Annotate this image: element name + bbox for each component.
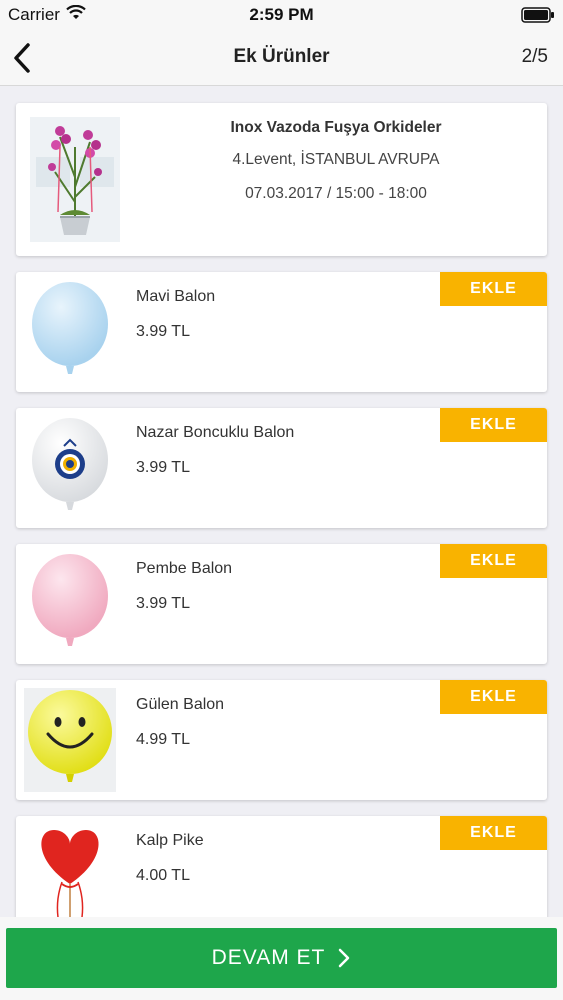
continue-button[interactable]: DEVAM ET	[6, 928, 557, 988]
heart-pick-image	[24, 824, 116, 917]
product-list[interactable]: Inox Vazoda Fuşya Orkideler 4.Levent, İS…	[0, 87, 563, 917]
blue-balloon-image	[24, 280, 116, 384]
pink-balloon-image	[24, 552, 116, 656]
product-name: Pembe Balon	[136, 560, 233, 577]
footer: DEVAM ET	[0, 917, 563, 1000]
product-card-nazar-boncuklu-balon: Nazar Boncuklu Balon 3.99 TL EKLE	[16, 408, 547, 528]
product-price: 4.99 TL	[136, 731, 190, 748]
navigation-bar: Ek Ürünler 2/5	[0, 30, 563, 86]
order-location: 4.Levent, İSTANBUL AVRUPA	[232, 151, 440, 168]
product-price: 4.00 TL	[136, 867, 190, 884]
add-button[interactable]: EKLE	[440, 272, 547, 306]
product-card-mavi-balon: Mavi Balon 3.99 TL EKLE	[16, 272, 547, 392]
step-indicator: 2/5	[521, 46, 548, 67]
order-summary-card: Inox Vazoda Fuşya Orkideler 4.Levent, İS…	[16, 103, 547, 256]
page-title: Ek Ürünler	[233, 46, 330, 67]
order-product-title: Inox Vazoda Fuşya Orkideler	[230, 119, 442, 136]
add-button[interactable]: EKLE	[440, 408, 547, 442]
evil-eye-balloon-image	[24, 416, 116, 520]
product-name: Mavi Balon	[136, 288, 216, 305]
orchid-image	[30, 117, 120, 242]
order-info: Inox Vazoda Fuşya Orkideler 4.Levent, İS…	[136, 119, 536, 203]
add-button[interactable]: EKLE	[440, 544, 547, 578]
product-card-kalp-pike: Kalp Pike 4.00 TL EKLE	[16, 816, 547, 917]
product-card-pembe-balon: Pembe Balon 3.99 TL EKLE	[16, 544, 547, 664]
product-name: Gülen Balon	[136, 696, 225, 713]
product-name: Nazar Boncuklu Balon	[136, 424, 295, 441]
product-name: Kalp Pike	[136, 832, 204, 849]
product-price: 3.99 TL	[136, 595, 190, 612]
add-button[interactable]: EKLE	[440, 816, 547, 850]
order-delivery-date: 07.03.2017 / 15:00 - 18:00	[245, 185, 427, 202]
add-button[interactable]: EKLE	[440, 680, 547, 714]
status-time: 2:59 PM	[249, 5, 314, 24]
status-bar: Carrier 2:59 PM	[0, 0, 563, 30]
continue-label: DEVAM ET	[211, 946, 326, 969]
product-price: 3.99 TL	[136, 323, 190, 340]
product-card-gulen-balon: Gülen Balon 4.99 TL EKLE	[16, 680, 547, 800]
chevron-right-icon	[339, 948, 350, 968]
smiley-balloon-image	[24, 688, 116, 792]
battery-icon	[521, 7, 554, 23]
product-price: 3.99 TL	[136, 459, 190, 476]
